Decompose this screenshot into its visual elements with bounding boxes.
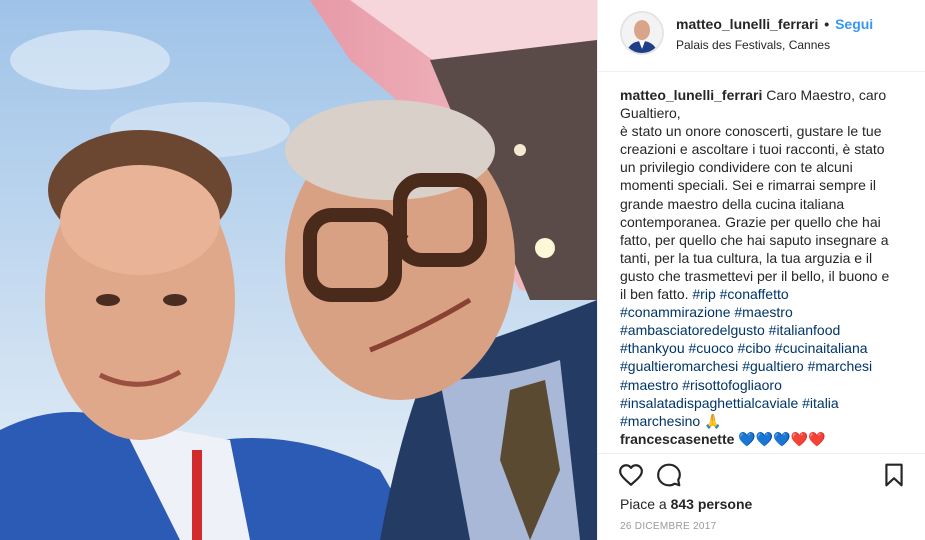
heart-outline-icon: [619, 464, 643, 486]
caption-line: Gualtiero,: [620, 105, 681, 122]
speech-bubble-icon: [657, 463, 681, 487]
likes-count[interactable]: Piace a 843 persone: [620, 496, 752, 512]
comment-button[interactable]: [656, 462, 682, 488]
post-date: 26 DICEMBRE 2017: [620, 521, 717, 532]
caption-line: #marchesino 🙏: [620, 412, 912, 430]
likes-number: 843 persone: [670, 496, 753, 512]
hashtag-link[interactable]: #marchesi: [808, 358, 873, 374]
hashtag-link[interactable]: #conaffetto: [720, 286, 789, 302]
hashtag-link[interactable]: #ambasciatoredelgusto: [620, 322, 765, 338]
hashtag-link[interactable]: #gualtieromarchesi: [620, 358, 738, 374]
like-button[interactable]: [618, 462, 644, 488]
caption-username[interactable]: matteo_lunelli_ferrari: [620, 87, 762, 103]
caption-line: un privilegio condividere con te alcuni: [620, 159, 853, 176]
hashtag-link[interactable]: #thankyou: [620, 340, 685, 356]
post-caption: matteo_lunelli_ferrari Caro Maestro, car…: [620, 86, 912, 430]
caption-line: gusto che trasmettevi per il bello, il b…: [620, 267, 890, 284]
comment-text: 💙💙💙❤️❤️: [734, 431, 826, 447]
post-side-panel: matteo_lunelli_ferrari • Segui Palais de…: [597, 0, 925, 540]
caption-line: contemporanea. Grazie per quello che hai: [620, 213, 881, 230]
hashtag-link[interactable]: #marchesino: [620, 413, 700, 429]
post-author: matteo_lunelli_ferrari • Segui: [676, 16, 873, 32]
caption-line: tanti, per la tua cultura, la tua arguzi…: [620, 249, 873, 266]
caption-line: #insalatadispaghettialcaviale #italia: [620, 394, 912, 412]
caption-line: è stato un onore conoscerti, gustare le …: [620, 123, 882, 140]
hashtag-link[interactable]: #maestro: [734, 304, 792, 320]
follow-button[interactable]: Segui: [835, 16, 873, 32]
caption-line: il ben fatto. #rip #conaffetto: [620, 285, 912, 303]
caption-text: il ben fatto.: [620, 286, 693, 303]
username-link[interactable]: matteo_lunelli_ferrari: [676, 16, 818, 32]
caption-line: momenti speciali. Sei e rimarrai sempre …: [620, 177, 876, 194]
caption-line: matteo_lunelli_ferrari Caro Maestro, car…: [620, 86, 912, 104]
location-link[interactable]: Palais des Festivals, Cannes: [676, 38, 830, 52]
hashtag-link[interactable]: #rip: [692, 286, 715, 302]
hashtag-link[interactable]: #maestro: [620, 377, 678, 393]
hashtag-link[interactable]: #cuoco: [689, 340, 734, 356]
likes-prefix: Piace a: [620, 496, 671, 512]
separator-dot: •: [824, 16, 830, 32]
caption-text: Caro Maestro, caro: [762, 87, 887, 103]
caption-line: #maestro #risottofogliaoro: [620, 376, 912, 394]
caption-line: #gualtieromarchesi #gualtiero #marchesi: [620, 357, 912, 375]
hashtag-link[interactable]: #risottofogliaoro: [682, 377, 782, 393]
avatar-image: [622, 13, 662, 53]
caption-line: #ambasciatoredelgusto #italianfood: [620, 321, 912, 339]
caption-line: creazioni e ascoltare i tuoi racconti, è…: [620, 141, 885, 158]
post-header: matteo_lunelli_ferrari • Segui Palais de…: [598, 0, 925, 72]
hashtag-link[interactable]: #italia: [802, 395, 839, 411]
comment-username[interactable]: francescasenette: [620, 431, 734, 447]
comment: francescasenette 💙💙💙❤️❤️: [620, 431, 825, 448]
actions-divider: [598, 453, 925, 455]
avatar[interactable]: [620, 11, 664, 55]
post-photo[interactable]: [0, 0, 597, 540]
pray-emoji: 🙏: [704, 412, 722, 429]
hashtag-link[interactable]: #cucinaitaliana: [775, 340, 868, 356]
caption-line: fatto, per quello che hai saputo insegna…: [620, 231, 889, 248]
instagram-post: matteo_lunelli_ferrari • Segui Palais de…: [0, 0, 925, 540]
hashtag-link[interactable]: #italianfood: [769, 322, 841, 338]
caption-line: #conammirazione #maestro: [620, 303, 912, 321]
selfie-photo-illustration: [0, 0, 597, 540]
hashtag-link[interactable]: #gualtiero: [742, 358, 804, 374]
hashtag-link[interactable]: #conammirazione: [620, 304, 731, 320]
hashtag-link[interactable]: #cibo: [738, 340, 771, 356]
bookmark-icon: [885, 463, 903, 487]
save-button[interactable]: [881, 462, 907, 488]
hashtag-link[interactable]: #insalatadispaghettialcaviale: [620, 395, 798, 411]
caption-line: grande maestro della cucina italiana: [620, 195, 845, 212]
caption-line: #thankyou #cuoco #cibo #cucinaitaliana: [620, 339, 912, 357]
